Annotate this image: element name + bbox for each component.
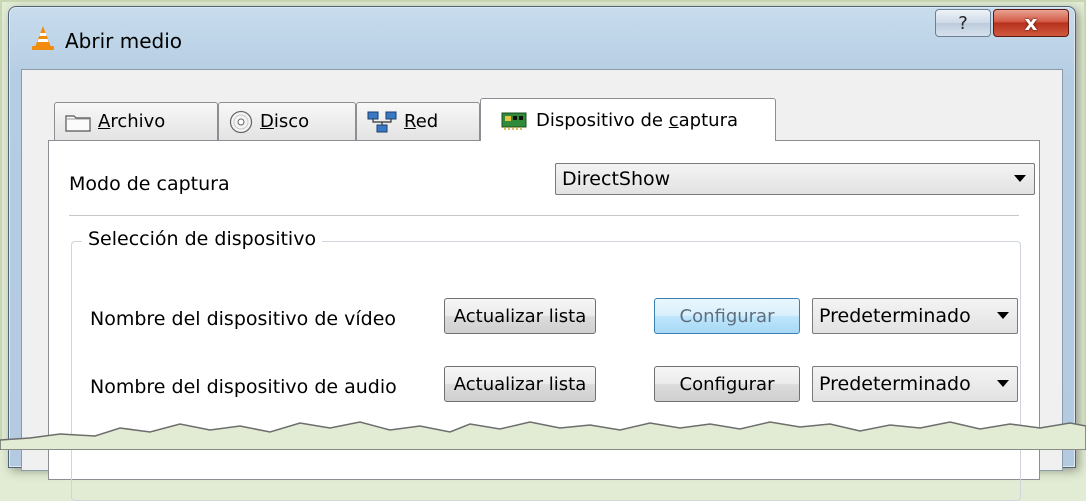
refresh-video-button[interactable]: Actualizar lista [444, 298, 596, 334]
tab-red[interactable]: Red [356, 102, 480, 140]
help-icon: ? [958, 12, 968, 34]
configure-video-label: Configurar [679, 305, 775, 327]
refresh-video-label: Actualizar lista [453, 305, 587, 327]
tab-label-disco: Disco [260, 111, 310, 132]
tab-label-archivo: Archivo [98, 111, 166, 132]
vlc-cone-icon [32, 26, 54, 50]
tab-label-red: Red [404, 111, 439, 132]
tab-dispositivo-de-captura[interactable]: Dispositivo de captura [480, 98, 776, 141]
video-device-value: Predeterminado [819, 305, 971, 327]
window-title: Abrir medio [65, 29, 183, 53]
refresh-audio-button[interactable]: Actualizar lista [444, 366, 596, 402]
audio-device-label: Nombre del dispositivo de audio [90, 376, 397, 398]
group-title: Selección de dispositivo [82, 228, 323, 250]
network-icon [367, 111, 397, 133]
configure-video-button[interactable]: Configurar [654, 298, 800, 334]
close-button[interactable]: x [993, 9, 1069, 37]
dialog-window: Abrir medio ? x Archivo Disco Red Dispos… [8, 6, 1076, 501]
capture-mode-select[interactable]: DirectShow [555, 163, 1035, 195]
close-icon: x [1024, 11, 1038, 35]
separator [69, 215, 1019, 216]
tab-archivo[interactable]: Archivo [54, 102, 218, 140]
tab-disco[interactable]: Disco [218, 102, 356, 140]
device-selection-group: Selección de dispositivo Nombre del disp… [71, 228, 1021, 501]
chevron-down-icon [997, 312, 1009, 319]
help-button[interactable]: ? [935, 9, 991, 37]
tab-label-captura: Dispositivo de captura [536, 109, 738, 131]
torn-edge-decoration [0, 421, 1086, 450]
chevron-down-icon [1014, 175, 1026, 182]
capture-mode-label: Modo de captura [69, 173, 230, 195]
refresh-audio-label: Actualizar lista [453, 373, 587, 395]
configure-audio-button[interactable]: Configurar [654, 366, 800, 402]
audio-device-select[interactable]: Predeterminado [812, 366, 1018, 402]
capture-card-icon [501, 109, 529, 131]
folder-icon [65, 112, 91, 132]
audio-device-value: Predeterminado [819, 373, 971, 395]
disc-icon [229, 110, 253, 134]
chevron-down-icon [997, 380, 1009, 387]
video-device-select[interactable]: Predeterminado [812, 298, 1018, 334]
capture-mode-value: DirectShow [562, 168, 671, 190]
title-bar[interactable]: Abrir medio ? x [9, 7, 1075, 67]
video-device-label: Nombre del dispositivo de vídeo [90, 308, 397, 330]
configure-audio-label: Configurar [679, 373, 775, 395]
